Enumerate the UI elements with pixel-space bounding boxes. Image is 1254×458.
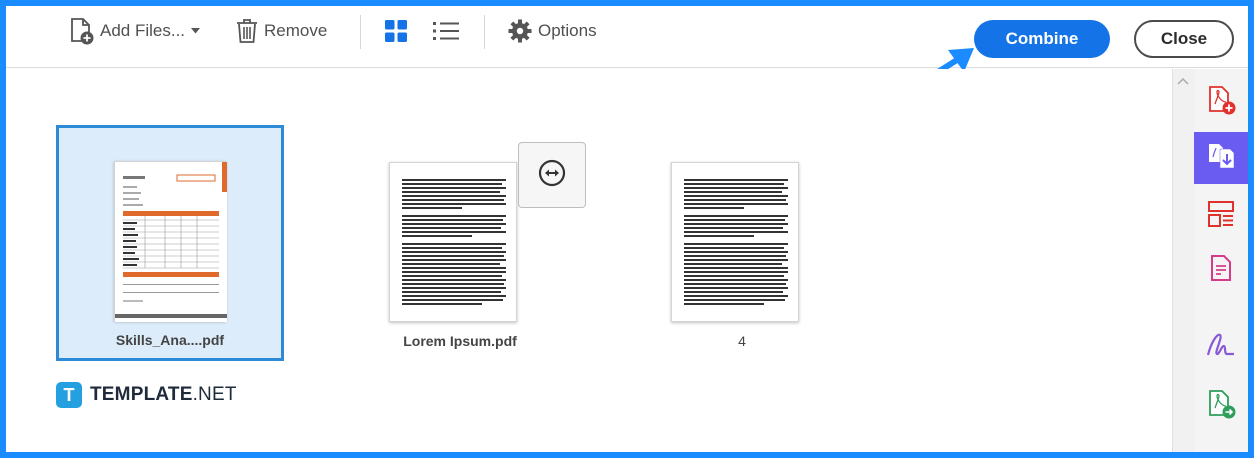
grid-view-button[interactable] (384, 16, 408, 46)
file-tile-page-4[interactable]: 4 (628, 125, 856, 361)
logo-mark: T (56, 382, 82, 408)
create-pdf-icon (1206, 84, 1236, 121)
toolbar-divider (484, 15, 485, 49)
export-pdf-icon (1206, 388, 1236, 425)
add-files-label: Add Files... (100, 21, 186, 40)
create-pdf-tool[interactable] (1194, 76, 1248, 128)
pdf-thumbnail (671, 162, 799, 322)
vertical-scrollbar[interactable] (1172, 69, 1194, 452)
file-tile-skills[interactable]: Skills_Ana....pdf (56, 125, 284, 361)
dropdown-caret-icon[interactable] (191, 28, 201, 34)
pdf-thumbnail (114, 161, 227, 322)
export-pdf-tool[interactable] (1194, 380, 1248, 432)
close-button[interactable]: Close (1134, 20, 1234, 58)
combine-files-icon (1206, 140, 1236, 177)
expand-pages-icon (537, 158, 567, 193)
gear-icon (508, 19, 532, 43)
edit-pdf-icon (1206, 253, 1236, 288)
add-file-icon (70, 17, 94, 45)
logo-text: TEMPLATE.NET (90, 384, 237, 406)
add-files-button[interactable]: Add Files... (70, 16, 201, 46)
list-view-icon (432, 19, 460, 43)
file-name: Lorem Ipsum.pdf (403, 333, 517, 349)
organize-pages-tool[interactable] (1194, 190, 1248, 242)
toolbar-divider (360, 15, 361, 49)
expand-pages-button[interactable] (518, 142, 586, 208)
remove-button[interactable]: Remove (236, 16, 327, 46)
grid-view-icon (384, 19, 408, 43)
trash-icon (236, 18, 258, 44)
organize-pages-icon (1206, 199, 1236, 234)
fill-sign-icon (1205, 329, 1237, 364)
options-label: Options (538, 21, 597, 40)
list-view-button[interactable] (432, 16, 460, 46)
text-lines (402, 179, 506, 305)
remove-label: Remove (264, 21, 328, 40)
file-name: Skills_Ana....pdf (115, 332, 225, 348)
text-lines (684, 179, 788, 305)
logo-suffix: .NET (192, 384, 237, 405)
combine-button[interactable]: Combine (974, 20, 1110, 58)
pdf-thumbnail (389, 162, 517, 322)
logo-brand: TEMPLATE (90, 384, 193, 405)
page-number: 4 (738, 333, 746, 349)
combine-files-tool[interactable] (1194, 132, 1248, 184)
scroll-up-icon[interactable] (1177, 76, 1189, 86)
options-button[interactable]: Options (508, 16, 597, 46)
edit-pdf-tool[interactable] (1194, 244, 1248, 296)
fill-sign-tool[interactable] (1194, 320, 1248, 372)
template-net-logo: T TEMPLATE.NET (56, 382, 237, 408)
